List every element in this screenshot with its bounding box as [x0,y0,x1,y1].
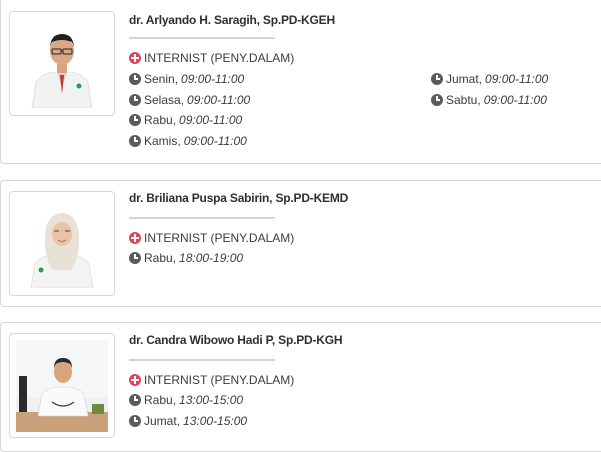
plus-circle-icon [129,52,141,64]
doctor-photo-frame[interactable] [9,191,115,296]
schedule-time: 18:00-19:00 [179,251,244,265]
specialty-label: INTERNIST (PENY.DALAM) [129,373,294,387]
specialty-text: INTERNIST (PENY.DALAM) [144,231,295,245]
schedule-time: 13:00-15:00 [183,414,248,428]
clock-icon [129,394,141,406]
clock-icon [129,135,141,147]
schedule-day: Rabu, [144,393,177,407]
plus-circle-icon [129,232,141,244]
clock-icon [129,252,141,264]
clock-icon [129,114,141,126]
name-divider [129,359,275,361]
name-divider [129,37,275,39]
schedule-day: Rabu, [144,251,177,265]
schedule-time: 09:00-11:00 [181,72,245,86]
specialty-text: INTERNIST (PENY.DALAM) [144,373,295,387]
schedule-day: Selasa, [144,93,185,107]
schedule-day: Sabtu, [446,93,481,107]
schedule-time: 09:00-11:00 [179,113,243,127]
plus-circle-icon [129,374,141,386]
schedule-day: Senin, [144,72,179,86]
specialty-text: INTERNIST (PENY.DALAM) [144,51,295,65]
schedule-time: 09:00-11:00 [183,134,247,148]
schedule-day: Kamis, [144,134,181,148]
schedule-day: Jumat, [446,72,483,86]
schedule-item: Sabtu, 09:00-11:00 [431,93,547,107]
schedule-time: 09:00-11:00 [485,72,549,86]
schedule-item: Jumat, 09:00-11:00 [431,72,548,86]
doctor-name[interactable]: dr. Candra Wibowo Hadi P, Sp.PD-KGH [129,333,343,347]
schedule-item: Rabu, 13:00-15:00 [129,393,243,407]
clock-icon [431,73,443,85]
doctor-name[interactable]: dr. Arlyando H. Saragih, Sp.PD-KGEH [129,13,335,27]
schedule-day: Jumat, [144,414,181,428]
doctor-card[interactable]: dr. Briliana Puspa Sabirin, Sp.PD-KEMD I… [0,180,601,307]
schedule-item: Senin, 09:00-11:00 [129,72,244,86]
schedule-item: Rabu, 09:00-11:00 [129,113,242,127]
schedule-item: Selasa, 09:00-11:00 [129,93,250,107]
schedule-time: 09:00-11:00 [187,93,251,107]
schedule-day: Rabu, [144,113,177,127]
schedule-item: Rabu, 18:00-19:00 [129,251,243,265]
schedule-time: 09:00-11:00 [483,93,547,107]
doctor-photo [27,19,97,108]
doctor-card[interactable]: dr. Arlyando H. Saragih, Sp.PD-KGEH INTE… [0,0,601,164]
name-divider [129,217,275,219]
clock-icon [129,73,141,85]
schedule-item: Kamis, 09:00-11:00 [129,134,247,148]
doctor-photo-frame[interactable] [9,333,115,438]
doctor-photo [16,339,108,432]
specialty-label: INTERNIST (PENY.DALAM) [129,51,294,65]
clock-icon [129,415,141,427]
clock-icon [431,94,443,106]
clock-icon [129,94,141,106]
doctor-photo [27,199,97,288]
doctor-card[interactable]: dr. Candra Wibowo Hadi P, Sp.PD-KGH INTE… [0,322,601,452]
schedule-item: Jumat, 13:00-15:00 [129,414,247,428]
schedule-time: 13:00-15:00 [179,393,244,407]
doctor-name[interactable]: dr. Briliana Puspa Sabirin, Sp.PD-KEMD [129,191,348,205]
specialty-label: INTERNIST (PENY.DALAM) [129,231,294,245]
doctor-photo-frame[interactable] [9,11,115,116]
